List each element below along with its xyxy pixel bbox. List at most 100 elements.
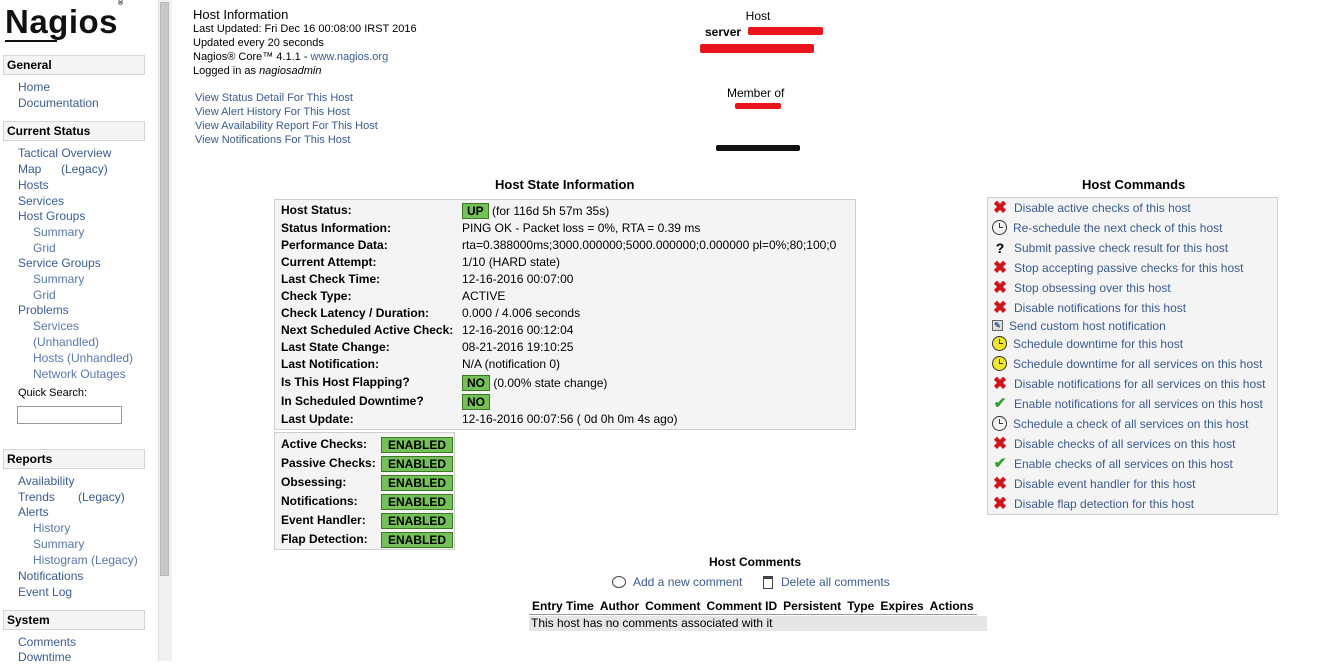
host-command[interactable]: ✖ Disable checks of all services on this … [992,435,1236,452]
enable-icon: ✔ [993,455,1007,472]
nagios-org-link[interactable]: www.nagios.org [311,51,389,63]
view-alert-history-link[interactable]: View Alert History For This Host [195,106,350,118]
nav-notifications[interactable]: Notifications [18,569,83,583]
state-label: Status Information: [281,221,391,235]
nav-problem-services[interactable]: Services [33,319,79,333]
nav-availability[interactable]: Availability [18,474,74,488]
nav-alert-summary[interactable]: Summary [33,537,84,551]
host-command-label: Submit passive check result for this hos… [1014,241,1229,255]
nav-map[interactable]: Map [18,162,41,176]
enabled-badge[interactable]: ENABLED [381,532,454,548]
quick-search-label: Quick Search: [18,387,88,399]
host-command[interactable]: Schedule downtime for all services on th… [992,356,1262,372]
disable-icon: ✖ [992,474,1008,493]
enabled-badge[interactable]: ENABLED [381,494,454,510]
enabled-badge[interactable]: ENABLED [381,475,454,491]
nav-services[interactable]: Services [18,194,64,208]
host-command[interactable]: ✖ Stop accepting passive checks for this … [992,259,1244,276]
host-command[interactable]: ? Submit passive check result for this ho… [992,240,1228,256]
nav-problems[interactable]: Problems [18,303,69,317]
nagios-logo[interactable]: Nagios® [5,0,124,41]
host-command-label: Schedule downtime for all services on th… [1013,356,1263,371]
delete-all-comments-link[interactable]: Delete all comments [763,575,890,589]
nav-trends[interactable]: Trends [18,490,55,504]
nav-trends-legacy[interactable]: (Legacy) [78,490,125,504]
nav-alert-histogram[interactable]: Histogram (Legacy) [33,553,138,567]
sidebar: Nagios® General Home Documentation Curre… [0,0,158,664]
nav-hosts-unhandled[interactable]: Hosts (Unhandled) [33,351,133,365]
disable-icon: ✖ [992,278,1008,297]
state-value-text: 0.000 / 4.006 seconds [462,306,581,320]
redaction-group [735,103,781,109]
host-command[interactable]: ✖ Disable notifications for this host [992,299,1186,316]
nav-service-groups[interactable]: Service Groups [18,256,101,270]
status-badge: UP [462,203,489,219]
nav-downtime[interactable]: Downtime [18,650,71,664]
host-command[interactable]: Re-schedule the next check of this host [992,220,1222,236]
enabled-badge[interactable]: ENABLED [381,513,454,529]
host-command[interactable]: ✖ Disable notifications for all services … [992,375,1266,392]
nav-event-log[interactable]: Event Log [18,585,72,599]
check-label: Notifications: [281,494,358,508]
host-command[interactable]: ✖ Disable active checks of this host [992,199,1191,216]
redaction-black [716,145,800,151]
quick-search-input[interactable] [17,406,122,424]
state-value-text: 12-16-2016 00:12:04 [462,323,574,337]
host-command[interactable]: ✖ Disable flap detection for this host [992,495,1194,512]
comments-column-header[interactable]: Comment ID [703,598,781,615]
nav-network-outages[interactable]: Network Outages [33,367,126,381]
nav-servicegroup-summary[interactable]: Summary [33,272,84,286]
host-command[interactable]: ✖ Disable event handler for this host [992,474,1196,493]
comments-column-header[interactable]: Persistent [780,598,845,615]
enabled-badge[interactable]: ENABLED [381,437,454,453]
state-value-text: 1/10 (HARD state) [462,255,561,269]
view-availability-report-link[interactable]: View Availability Report For This Host [195,120,378,132]
comments-column-header[interactable]: Type [844,598,878,615]
sidebar-scroll-thumb[interactable] [160,2,169,576]
nav-hosts[interactable]: Hosts [18,178,49,192]
check-label: Passive Checks: [281,456,376,470]
state-value: N/A (notification 0) [462,357,560,371]
view-notifications-link[interactable]: View Notifications For This Host [195,134,350,146]
state-value: 1/10 (HARD state) [462,255,560,269]
add-comment-link[interactable]: Add a new comment [612,575,742,589]
comments-column-header[interactable]: Actions [926,598,977,615]
comments-column-header[interactable]: Entry Time [529,598,597,615]
nav-hostgroup-grid[interactable]: Grid [33,241,56,255]
clock-icon [992,416,1007,432]
downtime-clock-icon [992,336,1007,352]
host-command-label: Disable notifications for all services o… [1014,377,1266,391]
nav-alert-history[interactable]: History [33,521,70,535]
clock-icon [992,220,1007,236]
nav-alerts[interactable]: Alerts [18,505,49,519]
host-command[interactable]: ✖ Stop obsessing over this host [992,278,1171,297]
nav-section-system: System [3,610,145,630]
nav-servicegroup-grid[interactable]: Grid [33,288,56,302]
host-command-label: Re-schedule the next check of this host [1013,220,1223,235]
trash-icon [763,576,773,589]
host-command[interactable]: Schedule a check of all services on this… [992,416,1248,432]
host-command[interactable]: Schedule downtime for this host [992,336,1183,352]
nav-documentation[interactable]: Documentation [18,96,99,110]
enabled-badge[interactable]: ENABLED [381,456,454,472]
view-status-detail-link[interactable]: View Status Detail For This Host [195,92,353,104]
comments-column-header[interactable]: Author [596,598,643,615]
nav-services-unhandled[interactable]: (Unhandled) [33,335,99,349]
comments-column-header[interactable]: Expires [877,598,927,615]
state-label: Last State Change: [281,340,390,354]
state-value-text: rta=0.388000ms;3000.000000;5000.000000;0… [462,238,837,252]
host-command[interactable]: ✔ Enable notifications for all services o… [992,396,1263,412]
state-label: In Scheduled Downtime? [281,394,424,408]
host-command[interactable]: ✎ Send custom host notification [992,318,1166,334]
check-label: Active Checks: [281,437,368,451]
nav-comments[interactable]: Comments [18,635,76,649]
nav-home[interactable]: Home [18,80,50,94]
state-value: 12-16-2016 00:07:56 ( 0d 0h 0m 4s ago) [462,412,677,426]
host-command[interactable]: ✔ Enable checks of all services on this h… [992,456,1233,472]
nav-hostgroup-summary[interactable]: Summary [33,225,84,239]
nav-tactical-overview[interactable]: Tactical Overview [18,146,111,160]
comments-column-header[interactable]: Comment [642,598,704,615]
nav-host-groups[interactable]: Host Groups [18,209,85,223]
state-value-text: 12-16-2016 00:07:00 [462,272,574,286]
nav-map-legacy[interactable]: (Legacy) [61,162,108,176]
